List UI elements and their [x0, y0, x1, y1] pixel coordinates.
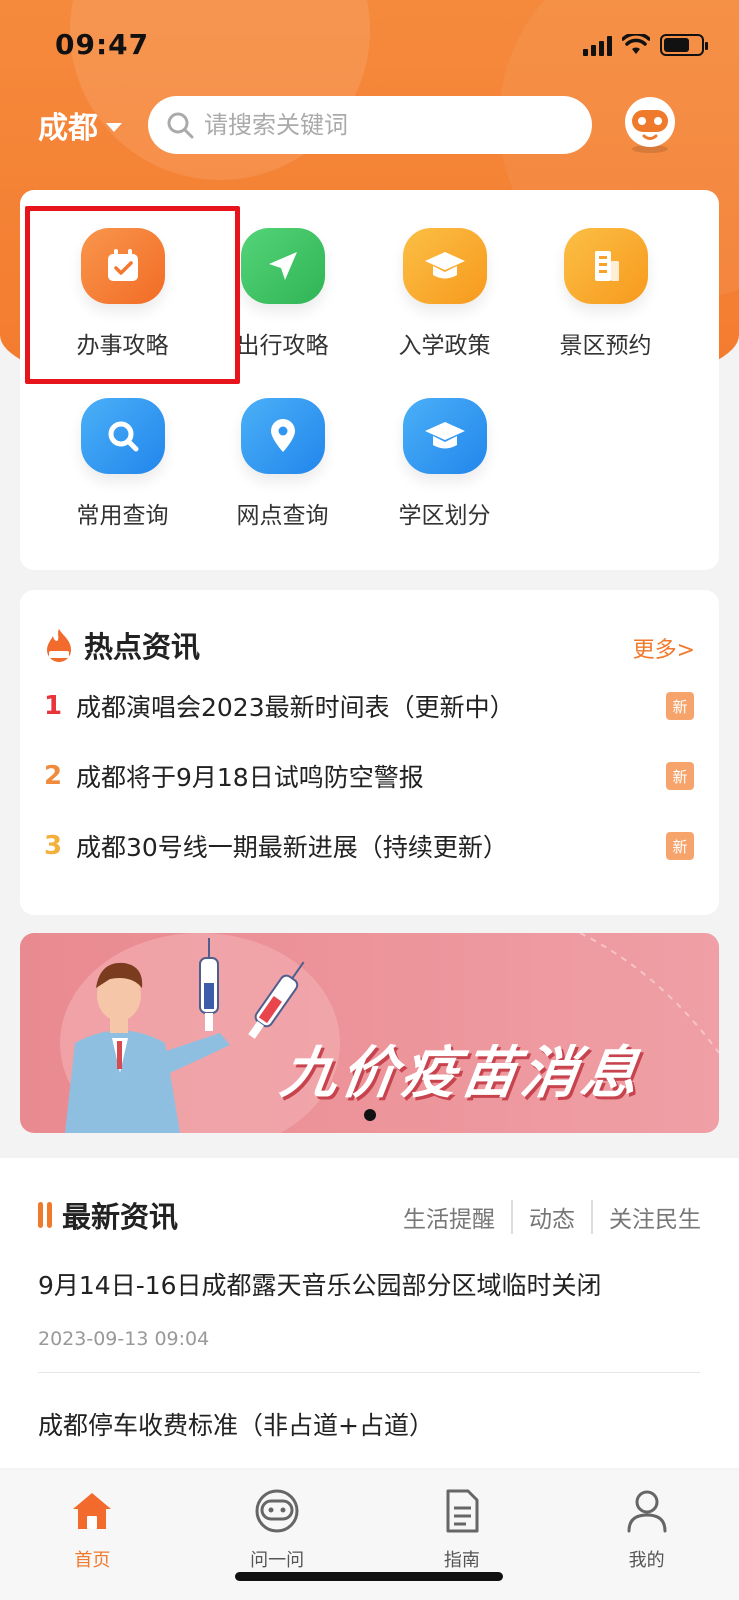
location-pin-icon	[240, 398, 325, 474]
nav-mine[interactable]: 我的	[554, 1470, 739, 1600]
hot-news-text: 成都演唱会2023最新时间表（更新中）	[76, 693, 515, 722]
tab-livelihood[interactable]: 关注民生	[609, 1200, 701, 1234]
hot-news-title: 热点资讯	[84, 630, 201, 664]
robot-icon	[252, 1486, 302, 1536]
latest-news-section: 最新资讯 生活提醒 动态 关注民生 9月14日-16日成都露天音乐公园部分区域临…	[0, 1158, 739, 1468]
search-icon	[167, 112, 194, 139]
grid-label: 网点查询	[236, 503, 329, 529]
search-icon	[80, 398, 165, 474]
grid-item-enrollment-policy[interactable]: 入学政策	[362, 190, 527, 360]
section-bar-icon	[38, 1202, 52, 1228]
hot-rank: 3	[44, 831, 63, 861]
search-input[interactable]	[204, 111, 564, 139]
grid-label: 景区预约	[559, 333, 652, 359]
grid-item-common-query[interactable]: 常用查询	[40, 360, 205, 530]
news-title: 9月14日-16日成都露天音乐公园部分区域临时关闭	[38, 1271, 602, 1300]
grid-label: 学区划分	[398, 503, 491, 529]
highlight-box	[25, 206, 240, 384]
more-link[interactable]: 更多>	[633, 632, 695, 664]
user-icon	[622, 1486, 672, 1536]
nav-label: 首页	[74, 1550, 111, 1571]
hot-news-text: 成都将于9月18日试鸣防空警报	[76, 763, 424, 792]
hot-news-item[interactable]: 2 成都将于9月18日试鸣防空警报 新	[44, 756, 694, 796]
tab-divider	[511, 1200, 513, 1234]
nav-label: 问一问	[250, 1550, 305, 1571]
hot-rank: 1	[44, 691, 63, 721]
hot-news-item[interactable]: 3 成都30号线一期最新进展（持续更新） 新	[44, 826, 694, 866]
status-bar: 09:47	[0, 0, 739, 90]
grid-item-school-district[interactable]: 学区划分	[362, 360, 527, 530]
grid-item-outlet-query[interactable]: 网点查询	[200, 360, 365, 530]
building-icon	[563, 228, 648, 304]
search-bar[interactable]	[148, 96, 592, 154]
fire-icon	[47, 629, 71, 662]
caret-down-icon	[106, 122, 122, 132]
navigation-arrow-icon	[240, 228, 325, 304]
tab-life-reminder[interactable]: 生活提醒	[403, 1200, 495, 1234]
new-badge: 新	[666, 762, 694, 790]
banner-title: 九价疫苗消息	[276, 1041, 646, 1106]
signal-icon	[583, 34, 612, 56]
nav-label: 指南	[443, 1550, 480, 1571]
grid-label: 常用查询	[76, 503, 169, 529]
tab-divider	[591, 1200, 593, 1234]
carousel-indicator[interactable]	[364, 1109, 376, 1121]
city-label: 成都	[38, 111, 98, 146]
city-selector[interactable]: 成都	[38, 103, 122, 147]
hot-rank: 2	[44, 761, 63, 791]
new-badge: 新	[666, 832, 694, 860]
news-tabs: 生活提醒 动态 关注民生	[403, 1200, 701, 1234]
nav-home[interactable]: 首页	[0, 1470, 185, 1600]
wifi-icon	[622, 34, 650, 54]
new-badge: 新	[666, 692, 694, 720]
graduation-cap-icon	[402, 398, 487, 474]
status-time: 09:47	[55, 28, 150, 61]
divider	[38, 1372, 700, 1373]
document-icon	[437, 1486, 487, 1536]
hot-news-header: 热点资讯	[44, 624, 200, 666]
graduation-cap-icon	[402, 228, 487, 304]
latest-news-header: 最新资讯	[38, 1194, 178, 1236]
hot-news-item[interactable]: 1 成都演唱会2023最新时间表（更新中） 新	[44, 686, 694, 726]
grid-label: 出行攻略	[236, 333, 329, 359]
grid-item-scenic-booking[interactable]: 景区预约	[523, 190, 688, 360]
latest-news-title: 最新资讯	[62, 1200, 179, 1234]
news-item[interactable]: 9月14日-16日成都露天音乐公园部分区域临时关闭 2023-09-13 09:…	[38, 1266, 698, 1350]
status-icons	[583, 34, 708, 56]
tab-updates[interactable]: 动态	[529, 1200, 575, 1234]
news-item[interactable]: 成都停车收费标准（非占道+占道）	[38, 1406, 698, 1442]
hot-news-text: 成都30号线一期最新进展（持续更新）	[76, 833, 508, 862]
news-title: 成都停车收费标准（非占道+占道）	[38, 1411, 434, 1440]
robot-assistant-icon[interactable]	[620, 92, 680, 154]
battery-icon	[660, 34, 708, 56]
nav-label: 我的	[628, 1550, 665, 1571]
news-date: 2023-09-13 09:04	[38, 1328, 210, 1350]
home-indicator	[235, 1572, 503, 1581]
vaccine-banner[interactable]: 九价疫苗消息	[20, 933, 719, 1133]
home-icon	[67, 1486, 117, 1536]
grid-label: 入学政策	[398, 333, 491, 359]
hot-news-card: 热点资讯 更多> 1 成都演唱会2023最新时间表（更新中） 新 2 成都将于9…	[20, 590, 719, 915]
